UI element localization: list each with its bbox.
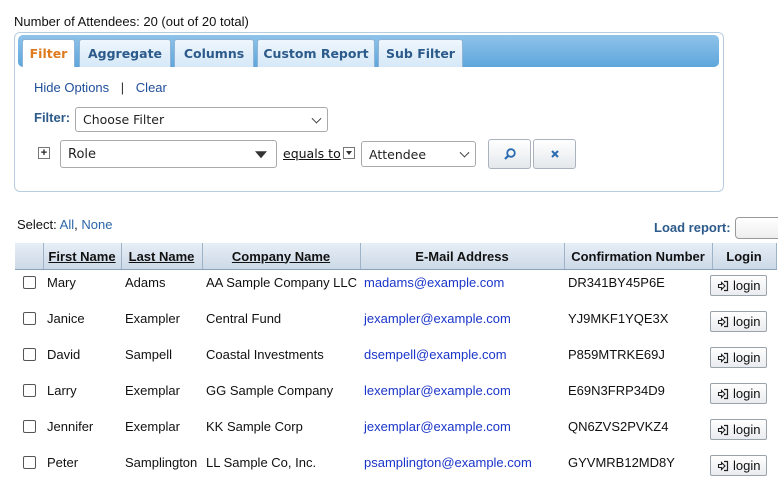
chevron-down-icon <box>311 113 322 124</box>
table-row: Jennifer Exemplar KK Sample Corp jexempl… <box>15 414 776 450</box>
login-button[interactable]: login <box>710 311 768 332</box>
last-name-cell: Exemplar <box>125 419 180 434</box>
tab-filter[interactable]: Filter <box>22 39 75 67</box>
select-controls: Select: All, None <box>17 217 112 232</box>
row-checkbox[interactable] <box>23 348 36 361</box>
login-button[interactable]: login <box>710 347 768 368</box>
login-arrow-icon <box>717 352 729 363</box>
table-row: Janice Exampler Central Fund jexampler@e… <box>15 306 776 342</box>
confirmation-cell: GYVMRB12MD8Y <box>568 455 675 470</box>
options-links: Hide Options | Clear <box>34 80 167 95</box>
login-button[interactable]: login <box>710 275 768 296</box>
tab-custom-report[interactable]: Custom Report <box>257 39 375 67</box>
login-arrow-icon <box>717 424 729 435</box>
field-select-value: Role <box>68 146 97 162</box>
column-header-email: E-Mail Address <box>360 243 565 270</box>
attendee-table: First Name Last Name Company Name E-Mail… <box>15 243 777 486</box>
confirmation-cell: YJ9MKF1YQE3X <box>568 311 669 326</box>
select-none-link[interactable]: None <box>81 217 112 232</box>
company-cell: LL Sample Co, Inc. <box>206 455 317 470</box>
last-name-cell: Sampell <box>125 347 172 362</box>
close-icon <box>550 150 559 158</box>
first-name-cell: Peter <box>47 455 79 470</box>
company-cell: AA Sample Company LLC <box>206 275 358 290</box>
company-cell: GG Sample Company <box>206 383 334 398</box>
operator-label[interactable]: equals to <box>283 146 341 161</box>
first-name-cell: Larry <box>47 383 77 398</box>
confirmation-cell: P859MTRKE69J <box>568 347 665 362</box>
email-link[interactable]: jexemplar@example.com <box>360 414 564 434</box>
login-arrow-icon <box>717 388 729 399</box>
email-link[interactable]: lexemplar@example.com <box>360 378 564 398</box>
last-name-cell: Exampler <box>125 311 180 326</box>
caret-down-icon <box>255 151 267 159</box>
value-select[interactable]: Attendee <box>361 141 476 167</box>
column-header-confirmation-number: Confirmation Number <box>564 243 713 270</box>
row-checkbox[interactable] <box>23 384 36 397</box>
choose-filter-select[interactable]: Choose Filter <box>75 107 328 132</box>
table-row: Mary Adams AA Sample Company LLC madams@… <box>15 270 776 307</box>
field-select[interactable]: Role <box>60 140 277 168</box>
email-link[interactable]: jexampler@example.com <box>360 306 564 326</box>
select-all-link[interactable]: All <box>60 217 74 232</box>
row-checkbox[interactable] <box>23 276 36 289</box>
row-checkbox[interactable] <box>23 420 36 433</box>
first-name-cell: David <box>47 347 81 362</box>
select-label: Select: <box>17 217 57 232</box>
confirmation-cell: QN6ZVS2PVKZ4 <box>568 419 669 434</box>
load-report-select[interactable] <box>735 217 778 239</box>
login-arrow-icon <box>717 280 729 291</box>
load-report-label: Load report: <box>654 220 731 235</box>
select-column-header <box>15 243 44 270</box>
tab-sub-filter[interactable]: Sub Filter <box>378 39 463 67</box>
choose-filter-value: Choose Filter <box>83 112 165 127</box>
table-row: Larry Exemplar GG Sample Company lexempl… <box>15 378 776 414</box>
confirmation-cell: DR341BY45P6E <box>568 275 665 290</box>
company-cell: Central Fund <box>206 311 282 326</box>
first-name-cell: Mary <box>47 275 76 290</box>
attendee-count: Number of Attendees: 20 (out of 20 total… <box>14 14 249 29</box>
tab-bar: Filter Aggregate Columns Custom Report S… <box>18 35 719 67</box>
login-button[interactable]: login <box>710 419 768 440</box>
table-header-row: First Name Last Name Company Name E-Mail… <box>15 243 777 270</box>
clear-link[interactable]: Clear <box>136 80 167 95</box>
column-header-login: Login <box>712 243 777 270</box>
company-cell: Coastal Investments <box>206 347 324 362</box>
login-button[interactable]: login <box>710 383 768 404</box>
first-name-cell: Janice <box>47 311 85 326</box>
search-icon <box>503 148 516 160</box>
last-name-cell: Exemplar <box>125 383 180 398</box>
login-arrow-icon <box>717 460 729 471</box>
table-row: Peter Samplington LL Sample Co, Inc. psa… <box>15 450 776 486</box>
select-comma: , <box>74 217 78 232</box>
first-name-cell: Jennifer <box>47 419 94 434</box>
chevron-down-icon <box>459 147 470 158</box>
confirmation-cell: E69N3FRP34D9 <box>568 383 665 398</box>
column-header-first-name[interactable]: First Name <box>43 243 122 270</box>
last-name-cell: Adams <box>125 275 166 290</box>
filter-label: Filter: <box>34 110 71 125</box>
operator-dropdown-icon[interactable] <box>343 147 355 159</box>
add-filter-plus-icon[interactable]: + <box>38 147 50 159</box>
email-link[interactable]: madams@example.com <box>360 270 564 290</box>
row-checkbox[interactable] <box>23 456 36 469</box>
column-header-company-name[interactable]: Company Name <box>202 243 361 270</box>
hide-options-link[interactable]: Hide Options <box>34 80 109 95</box>
row-checkbox[interactable] <box>23 312 36 325</box>
value-select-value: Attendee <box>369 146 427 162</box>
email-link[interactable]: psamplington@example.com <box>360 450 564 470</box>
company-cell: KK Sample Corp <box>206 419 303 434</box>
options-separator: | <box>120 80 125 95</box>
remove-filter-button[interactable] <box>533 139 576 169</box>
table-row: David Sampell Coastal Investments dsempe… <box>15 342 776 378</box>
search-button[interactable] <box>488 139 531 169</box>
login-arrow-icon <box>717 316 729 327</box>
last-name-cell: Samplington <box>125 455 198 470</box>
column-header-last-name[interactable]: Last Name <box>121 243 203 270</box>
tab-columns[interactable]: Columns <box>174 39 254 67</box>
tab-aggregate[interactable]: Aggregate <box>79 39 171 67</box>
login-button[interactable]: login <box>710 455 768 476</box>
email-link[interactable]: dsempell@example.com <box>360 342 564 362</box>
